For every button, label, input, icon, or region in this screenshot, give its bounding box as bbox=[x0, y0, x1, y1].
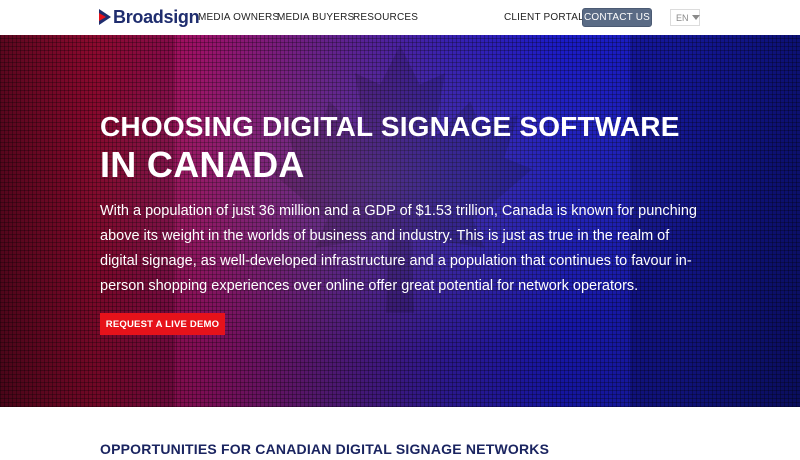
contact-us-button[interactable]: CONTACT US bbox=[582, 8, 652, 27]
nav-client-portal[interactable]: CLIENT PORTAL bbox=[504, 12, 584, 23]
nav-resources[interactable]: RESOURCES bbox=[353, 12, 418, 23]
language-selector[interactable]: EN bbox=[670, 9, 700, 26]
hero-title: CHOOSING DIGITAL SIGNAGE SOFTWARE IN CAN… bbox=[100, 111, 680, 185]
hero-title-line1: CHOOSING DIGITAL SIGNAGE SOFTWARE bbox=[100, 111, 680, 142]
hero-paragraph: With a population of just 36 million and… bbox=[100, 203, 697, 294]
broadsign-play-mark-icon bbox=[99, 9, 111, 25]
request-live-demo-button[interactable]: REQUEST A LIVE DEMO bbox=[100, 313, 225, 335]
nav-media-owners[interactable]: MEDIA OWNERS bbox=[198, 12, 279, 23]
site-header: Broadsign MEDIA OWNERS MEDIA BUYERS RESO… bbox=[0, 0, 800, 35]
logo-text: Broadsign bbox=[113, 6, 200, 27]
hero-banner: CHOOSING DIGITAL SIGNAGE SOFTWARE IN CAN… bbox=[0, 35, 800, 407]
section-heading: OPPORTUNITIES FOR CANADIAN DIGITAL SIGNA… bbox=[100, 441, 550, 457]
nav-media-buyers[interactable]: MEDIA BUYERS bbox=[277, 12, 354, 23]
hero-title-line2: IN CANADA bbox=[100, 144, 305, 185]
language-label: EN bbox=[676, 12, 689, 23]
broadsign-logo[interactable]: Broadsign bbox=[99, 6, 200, 27]
caret-down-icon bbox=[691, 15, 700, 20]
